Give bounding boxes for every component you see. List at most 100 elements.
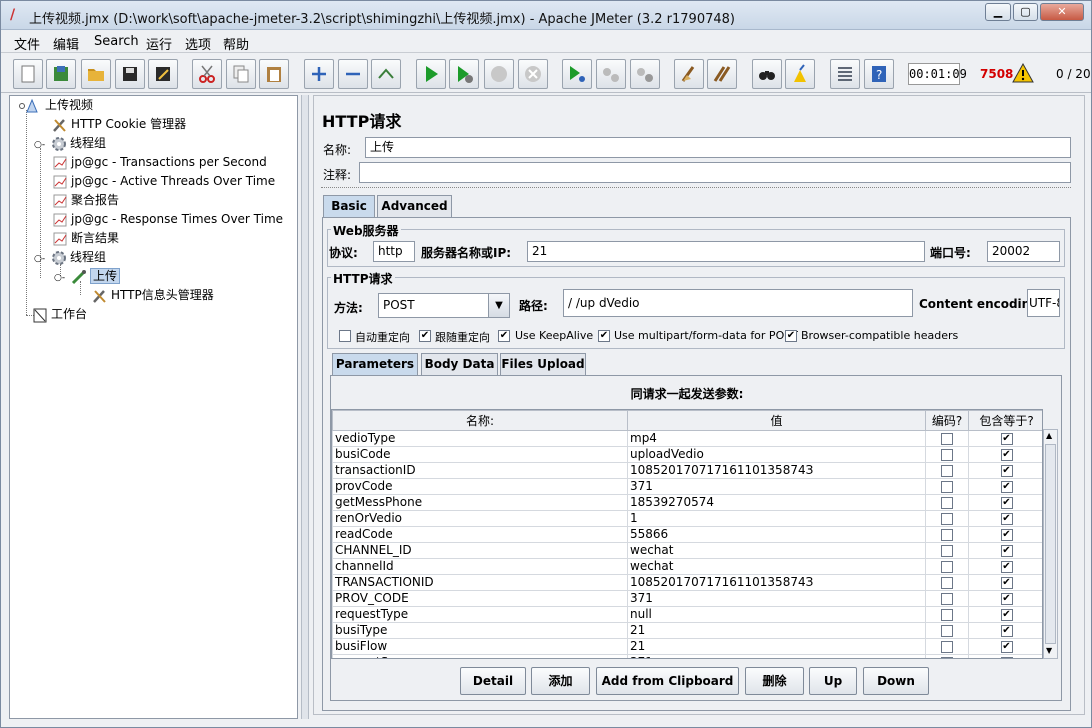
browser-headers-checkbox[interactable]: ✔ [785,330,797,342]
include-equals-checkbox[interactable]: ✔ [1000,608,1013,621]
param-value-cell[interactable]: 371 [627,478,926,495]
encode-checkbox[interactable] [941,528,953,541]
table-row[interactable]: PROV_CODE 371 ✔ [332,590,1042,607]
copy-icon[interactable] [226,59,256,89]
close-button[interactable]: ✕ [1040,3,1084,21]
menu-edit[interactable]: 编辑 [53,34,79,53]
stop-icon[interactable] [484,59,514,89]
param-name-cell[interactable]: CHANNEL_ID [332,542,628,559]
param-name-cell[interactable]: renOrVedio [332,510,628,527]
table-row[interactable]: TRANSACTIONID 10852017071716110135874З ✔ [332,574,1042,591]
tab-body-data[interactable]: Body Data [421,353,498,375]
encode-checkbox[interactable] [941,592,953,605]
include-equals-checkbox[interactable]: ✔ [1000,512,1013,525]
detail-button[interactable]: Detail [460,667,526,695]
divider[interactable] [321,187,1071,188]
port-field[interactable]: 20002 [987,241,1060,262]
cut-icon[interactable] [192,59,222,89]
column-header-value[interactable]: 值 [627,410,926,431]
minimize-button[interactable]: ▁ [985,3,1011,21]
include-equals-checkbox[interactable]: ✔ [1000,480,1013,493]
encode-checkbox[interactable] [941,496,953,509]
clear-all-icon[interactable] [707,59,737,89]
include-equals-checkbox[interactable]: ✔ [1000,560,1013,573]
include-equals-checkbox[interactable]: ✔ [1000,496,1013,509]
include-equals-checkbox[interactable]: ✔ [1000,432,1013,445]
keepalive-checkbox[interactable]: ✔ [498,330,510,342]
auto-redirect-checkbox[interactable] [339,330,351,342]
tree-node-workbench[interactable]: 工作台 [32,305,87,324]
collapse-icon[interactable] [338,59,368,89]
column-header-encode[interactable]: 编码? [925,410,969,431]
function-helper-icon[interactable] [830,59,860,89]
encode-checkbox[interactable] [941,608,953,621]
clear-icon[interactable] [674,59,704,89]
table-row[interactable]: CHANNEL_ID wechat ✔ [332,542,1042,559]
encode-checkbox[interactable] [941,448,953,461]
column-header-include-equals[interactable]: 包含等于? [968,410,1042,431]
param-value-cell[interactable]: 371 [627,654,926,658]
tab-files-upload[interactable]: Files Upload [500,353,586,375]
table-row[interactable]: requestType null ✔ [332,606,1042,623]
include-equals-checkbox[interactable]: ✔ [1000,528,1013,541]
encode-checkbox[interactable] [941,432,953,445]
templates-icon[interactable] [46,59,76,89]
add-button[interactable]: 添加 [531,667,590,695]
save-icon[interactable] [115,59,145,89]
tree-node-response-times[interactable]: jp@gc - Response Times Over Time [52,210,283,229]
add-from-clipboard-button[interactable]: Add from Clipboard [596,667,739,695]
table-row[interactable]: getMessPhone 18539270574 ✔ [332,494,1042,511]
tree-node-thread-group-2[interactable]: ○- 线程组 [34,248,106,267]
tree-node-aggregate-report[interactable]: 聚合报告 [52,191,119,210]
table-row[interactable]: provCode 371 ✔ [332,478,1042,495]
tree-node-test-plan[interactable]: 上传视频 [18,96,93,115]
menu-options[interactable]: 选项 [185,34,211,53]
error-count[interactable]: 7508 [980,67,1013,81]
scroll-thumb[interactable] [1045,444,1056,644]
help-icon[interactable]: ? [864,59,894,89]
encoding-field[interactable]: UTF-8 [1027,289,1060,317]
param-value-cell[interactable]: 10852017071716110135874З [627,462,926,479]
param-name-cell[interactable]: readCode [332,526,628,543]
toggle-icon[interactable] [371,59,401,89]
param-value-cell[interactable]: uploadVedio [627,446,926,463]
param-name-cell[interactable]: vedioType [332,430,628,447]
remote-start-icon[interactable] [562,59,592,89]
include-equals-checkbox[interactable]: ✔ [1000,464,1013,477]
include-equals-checkbox[interactable]: ✔ [1000,640,1013,653]
start-no-pause-icon[interactable] [449,59,479,89]
collapse-handle-icon[interactable]: ○- [54,269,68,285]
param-name-cell[interactable]: busiType [332,622,628,639]
param-value-cell[interactable]: wechat [627,558,926,575]
menu-search[interactable]: Search [94,34,139,49]
path-field[interactable]: / /up dVedio [563,289,913,317]
multipart-checkbox[interactable]: ✔ [598,330,610,342]
expand-icon[interactable] [304,59,334,89]
encode-checkbox[interactable] [941,624,953,637]
open-icon[interactable] [81,59,111,89]
delete-button[interactable]: 删除 [745,667,804,695]
tree-node-active-threads[interactable]: jp@gc - Active Threads Over Time [52,172,275,191]
param-name-cell[interactable]: requestType [332,606,628,623]
warning-icon[interactable] [1012,63,1034,83]
tree-node-assertion-results[interactable]: 断言结果 [52,229,119,248]
tree-node-header-manager[interactable]: HTTP信息头管理器 [92,286,214,305]
name-field[interactable]: 上传 [365,137,1071,158]
param-value-cell[interactable]: mp4 [627,430,926,447]
table-scrollbar[interactable]: ▲ ▼ [1043,429,1058,659]
encode-checkbox[interactable] [941,656,953,658]
tree-node-cookie-manager[interactable]: HTTP Cookie 管理器 [52,115,186,134]
search-icon[interactable] [752,59,782,89]
encode-checkbox[interactable] [941,560,953,573]
reset-search-icon[interactable] [785,59,815,89]
param-name-cell[interactable]: TRANSACTIONID [332,574,628,591]
table-row[interactable]: busiCode uploadVedio ✔ [332,446,1042,463]
param-value-cell[interactable]: null [627,606,926,623]
collapse-handle-icon[interactable]: ○- [34,250,48,266]
tab-advanced[interactable]: Advanced [377,195,452,217]
encode-checkbox[interactable] [941,640,953,653]
comment-field[interactable] [359,162,1071,183]
param-name-cell[interactable]: transactionID [332,462,628,479]
tree-node-upload-sampler[interactable]: ○- 上传 [54,267,121,286]
remote-shutdown-icon[interactable] [630,59,660,89]
